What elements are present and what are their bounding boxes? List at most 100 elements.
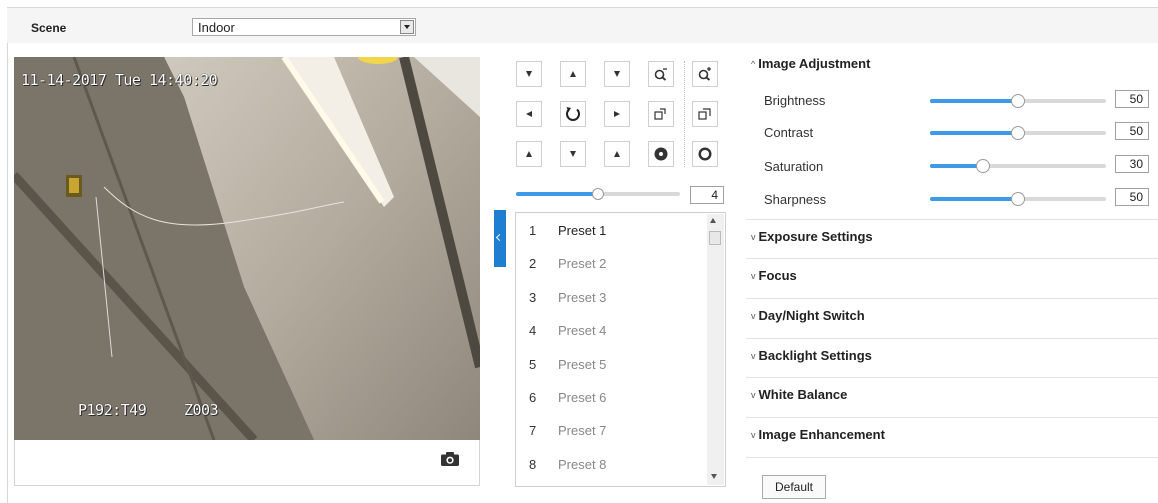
- ptz-down-right-button[interactable]: [604, 141, 630, 167]
- preset-item[interactable]: 5 Preset 5: [516, 349, 708, 381]
- camera-icon[interactable]: [441, 452, 459, 466]
- preset-scrollbar[interactable]: [707, 214, 724, 485]
- focus-far-button[interactable]: [692, 101, 718, 127]
- scroll-up-icon[interactable]: [710, 218, 716, 223]
- brightness-value[interactable]: 50: [1115, 90, 1149, 108]
- slider-knob[interactable]: [1011, 94, 1025, 108]
- arrow-right-icon: [614, 111, 620, 117]
- preset-item[interactable]: 4 Preset 4: [516, 315, 708, 347]
- chevron-down-icon: v: [751, 271, 756, 281]
- preset-item[interactable]: 7 Preset 7: [516, 415, 708, 447]
- divider: [746, 219, 1158, 220]
- slider-fill: [930, 131, 1018, 135]
- preset-item[interactable]: 8 Preset 8: [516, 449, 708, 481]
- scene-select-value: Indoor: [198, 20, 235, 35]
- scene-select[interactable]: Indoor: [192, 18, 416, 36]
- preset-name: Preset 4: [558, 323, 607, 338]
- preset-name: Preset 8: [558, 457, 607, 472]
- ptz-up-button[interactable]: [560, 61, 586, 87]
- arrow-left-icon: [526, 111, 532, 117]
- arrow-down-icon: [570, 151, 576, 157]
- preset-name: Preset 2: [558, 256, 607, 271]
- section-title: Day/Night Switch: [758, 308, 865, 323]
- section-focus[interactable]: v Focus: [751, 268, 797, 283]
- iris-close-button[interactable]: [648, 141, 674, 167]
- chevron-down-icon: v: [751, 232, 756, 242]
- arrow-up-icon: [570, 71, 576, 77]
- section-day-night-switch[interactable]: v Day/Night Switch: [751, 308, 865, 323]
- ptz-speed-value[interactable]: 4: [690, 186, 724, 204]
- preset-name: Preset 6: [558, 390, 607, 405]
- saturation-value[interactable]: 30: [1115, 155, 1149, 173]
- preset-number: 7: [529, 423, 537, 438]
- section-image-enhancement[interactable]: v Image Enhancement: [751, 427, 885, 442]
- preset-name: Preset 3: [558, 290, 607, 305]
- section-image-adjustment[interactable]: ^ Image Adjustment: [751, 56, 870, 71]
- divider: [746, 457, 1158, 458]
- zoom-in-button[interactable]: [692, 61, 718, 87]
- ptz-auto-button[interactable]: [560, 101, 586, 127]
- preset-item[interactable]: 1 Preset 1: [516, 215, 708, 247]
- slider-fill: [930, 99, 1018, 103]
- section-title: Backlight Settings: [758, 348, 872, 363]
- slider-knob[interactable]: [1011, 126, 1025, 140]
- video-control-bar: [14, 440, 480, 486]
- preset-item[interactable]: 2 Preset 2: [516, 248, 708, 280]
- video-ptz-readout: P192:T49: [78, 401, 147, 419]
- section-exposure-settings[interactable]: v Exposure Settings: [751, 229, 873, 244]
- divider: [746, 417, 1158, 418]
- chevron-down-icon: v: [751, 351, 756, 361]
- live-video[interactable]: 11-14-2017 Tue 14:40:20 P192:T49 Z003: [14, 57, 480, 440]
- arrow-down-icon: [614, 71, 620, 77]
- ptz-left-button[interactable]: [516, 101, 542, 127]
- sharpness-value[interactable]: 50: [1115, 188, 1149, 206]
- ptz-down-button[interactable]: [560, 141, 586, 167]
- slider-knob[interactable]: [1011, 192, 1025, 206]
- ptz-up-right-button[interactable]: [604, 61, 630, 87]
- rotate-icon: [566, 107, 580, 121]
- slider-knob[interactable]: [976, 159, 990, 173]
- section-title: Image Enhancement: [758, 427, 885, 442]
- contrast-value[interactable]: 50: [1115, 122, 1149, 140]
- sharpness-label: Sharpness: [764, 192, 827, 207]
- arrow-up-icon: [614, 151, 620, 157]
- chevron-down-icon: v: [751, 390, 756, 400]
- scroll-down-icon[interactable]: [711, 474, 717, 479]
- preset-number: 4: [529, 323, 537, 338]
- zoom-out-icon: [654, 68, 667, 81]
- collapse-panel-tab[interactable]: [494, 210, 506, 267]
- divider: [684, 61, 685, 167]
- chevron-up-icon: ^: [751, 59, 756, 69]
- chevron-down-icon[interactable]: [400, 20, 414, 34]
- slider-fill: [516, 192, 598, 196]
- preset-number: 3: [529, 290, 537, 305]
- preset-number: 2: [529, 256, 537, 271]
- preset-name: Preset 1: [558, 223, 607, 238]
- preset-item[interactable]: 3 Preset 3: [516, 282, 708, 314]
- default-button[interactable]: Default: [762, 475, 826, 499]
- brightness-label: Brightness: [764, 93, 826, 108]
- preset-list[interactable]: 1 Preset 1 2 Preset 2 3 Preset 3 4 Prese…: [515, 212, 726, 487]
- zoom-in-icon: [698, 67, 711, 81]
- scene-label: Scene: [31, 21, 67, 35]
- arrow-up-icon: [526, 151, 532, 157]
- ptz-down-left-button[interactable]: [516, 141, 542, 167]
- divider: [746, 377, 1158, 378]
- section-backlight-settings[interactable]: v Backlight Settings: [751, 348, 872, 363]
- section-white-balance[interactable]: v White Balance: [751, 387, 847, 402]
- preset-number: 5: [529, 357, 537, 372]
- video-frame-image: [14, 57, 480, 440]
- ptz-right-button[interactable]: [604, 101, 630, 127]
- ptz-up-left-button[interactable]: [516, 61, 542, 87]
- focus-far-icon: [698, 108, 711, 120]
- slider-knob[interactable]: [592, 188, 604, 200]
- slider-fill: [930, 197, 1018, 201]
- zoom-out-button[interactable]: [648, 61, 674, 87]
- iris-close-icon: [654, 147, 668, 161]
- focus-near-button[interactable]: [648, 101, 674, 127]
- section-title: Image Adjustment: [758, 56, 871, 71]
- iris-open-button[interactable]: [692, 141, 718, 167]
- scrollbar-thumb[interactable]: [709, 231, 721, 245]
- chevron-down-icon: v: [751, 311, 756, 321]
- preset-item[interactable]: 6 Preset 6: [516, 382, 708, 414]
